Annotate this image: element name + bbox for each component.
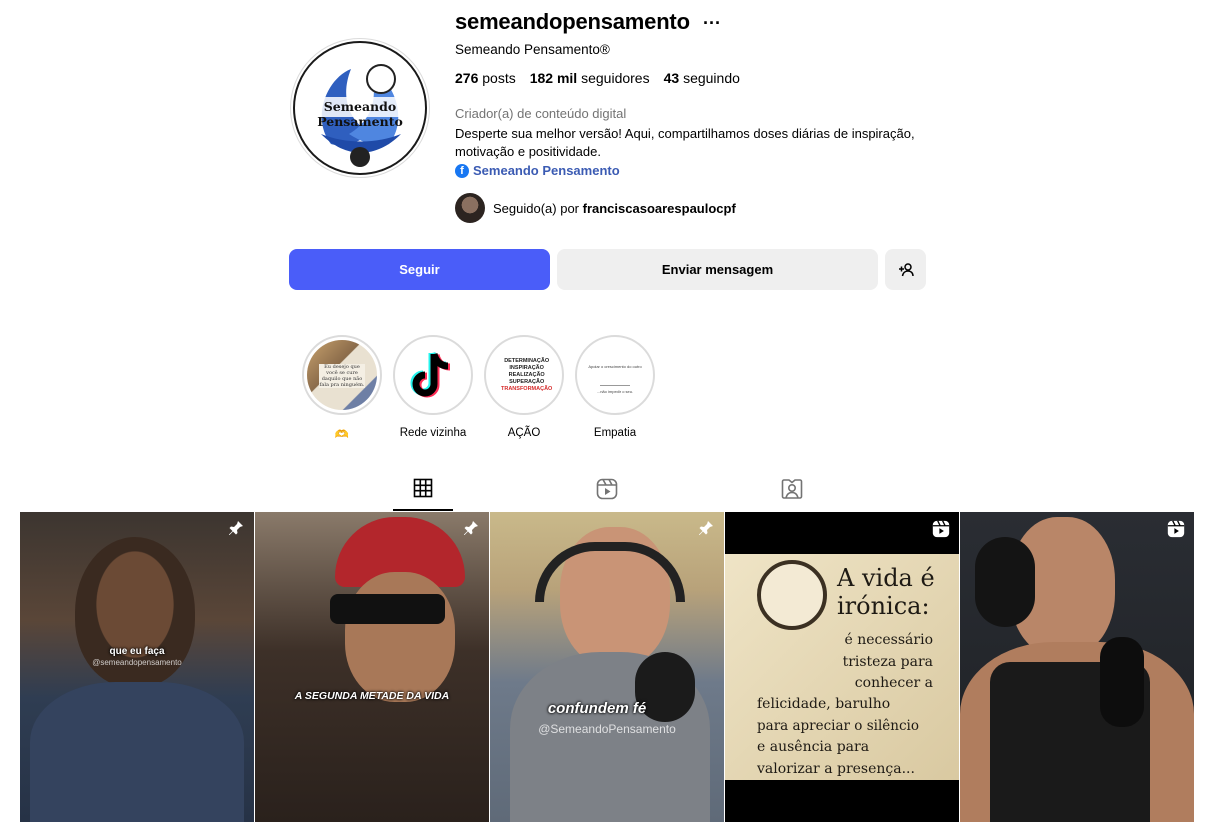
highlight-label: AÇÃO [507,427,541,439]
more-options-icon[interactable]: ··· [703,13,721,34]
facebook-icon: f [455,163,469,178]
facebook-link[interactable]: f Semeando Pensamento [455,163,620,178]
quote-line: tristeza para [842,653,933,670]
reels-icon [1167,520,1185,538]
highlight-cover: DETERMINAÇÃO INSPIRAÇÃO REALIZAÇÃO SUPER… [489,340,559,410]
bio-line-1: Desperte sua melhor versão! Aqui, compar… [455,126,915,141]
posts-label: posts [482,70,516,86]
post-quote-lower: felicidade, barulho para apreciar o silê… [757,694,919,780]
posts-count: 276 [455,70,479,86]
active-tab-indicator [393,509,453,511]
following-label: seguindo [683,70,740,86]
followed-by[interactable]: Seguido(a) por franciscasoarespaulocpf [455,193,736,223]
cover-word: TRANSFORMAÇÃO [501,386,553,392]
tab-posts[interactable] [393,478,453,502]
post-thumbnail[interactable]: A SEGUNDA METADE DA VIDA [255,512,489,822]
reels-icon [596,478,618,500]
post-image [535,542,685,602]
tab-reels[interactable] [577,478,637,502]
highlight-item[interactable]: Eu desejo que você se cure daquilo que n… [302,335,382,441]
cover-word: SUPERAÇÃO [509,379,545,385]
suggest-users-button[interactable] [885,249,926,290]
post-image [975,537,1035,627]
highlight-label: Rede vizinha [399,427,467,439]
highlight-ring [393,335,473,415]
followed-by-user: franciscasoarespaulocpf [582,200,736,216]
followers-stat[interactable]: 182 mil seguidores [530,70,650,86]
reels-icon [932,520,950,538]
highlight-item[interactable]: Rede vizinha [393,335,473,439]
highlight-cover: Apoiar o crescimento do outro ...não imp… [580,340,650,410]
post-thumbnail[interactable]: confundem fé @SemeandoPensamento [490,512,724,822]
followed-by-prefix: Seguido(a) por [493,200,579,216]
following-stat[interactable]: 43 seguindo [664,70,740,86]
facebook-link-label: Semeando Pensamento [473,163,620,178]
post-image [30,682,244,822]
post-title-line: A vida é [837,564,935,592]
post-caption: confundem fé [547,700,647,717]
post-image [330,594,445,624]
profile-avatar[interactable]: Semeando Pensamento [290,38,430,178]
post-watermark: @SemeandoPensamento [538,722,676,736]
highlight-ring: Apoiar o crescimento do outro ...não imp… [575,335,655,415]
highlight-ring: DETERMINAÇÃO INSPIRAÇÃO REALIZAÇÃO SUPER… [484,335,564,415]
quote-line: e ausência para [757,739,870,755]
avatar-logo-text: Semeando Pensamento [317,99,403,129]
quote-line: para apreciar o silêncio [757,717,919,734]
highlight-cover: Eu desejo que você se cure daquilo que n… [307,340,377,410]
pin-icon [699,521,713,535]
highlight-cover-words: DETERMINAÇÃO INSPIRAÇÃO REALIZAÇÃO SUPER… [501,358,552,393]
bio-line-2: motivação e positividade. [455,144,601,159]
highlight-item[interactable]: Apoiar o crescimento do outro ...não imp… [575,335,655,439]
highlight-cover-text: Eu desejo que você se cure daquilo que n… [319,364,365,388]
pin-icon [229,521,243,535]
highlight-label: 🫶 [334,429,350,441]
highlight-ring: Eu desejo que você se cure daquilo que n… [302,335,382,415]
post-thumbnail[interactable]: A vida é irónica: é necessário tristeza … [725,512,959,822]
pin-icon [464,521,478,535]
post-caption: que eu faça [109,646,165,657]
cover-word: REALIZAÇÃO [508,372,545,378]
post-thumbnail[interactable] [960,512,1194,822]
profile-bio: Desperte sua melhor versão! Aqui, compar… [455,125,925,161]
add-person-icon [898,262,914,276]
cover-word: INSPIRAÇÃO [509,365,544,371]
highlight-label: Empatia [593,427,637,439]
post-image [345,572,455,702]
follow-button[interactable]: Seguir [289,249,550,290]
username: semeandopensamento [455,9,690,34]
post-thumbnail[interactable]: que eu faça @semeandopensamento [20,512,254,822]
send-message-button[interactable]: Enviar mensagem [557,249,878,290]
profile-category: Criador(a) de conteúdo digital [455,106,627,121]
tiktok-icon [410,351,451,398]
post-title: A vida é irónica: [837,564,935,620]
cover-word: DETERMINAÇÃO [504,358,550,364]
highlight-cover-text: Apoiar o crescimento do outro [588,364,642,369]
quote-line: valorizar a presença... [757,760,915,777]
post-image [1100,637,1144,727]
post-quote: é necessário tristeza para conhecer a [843,630,933,695]
tagged-icon [781,479,803,499]
post-title-line: irónica: [837,592,930,620]
following-count: 43 [663,70,680,86]
post-watermark: @semeandopensamento [92,658,182,667]
highlight-item[interactable]: DETERMINAÇÃO INSPIRAÇÃO REALIZAÇÃO SUPER… [484,335,564,439]
grid-icon [413,478,433,498]
tab-tagged[interactable] [762,478,822,502]
quote-line: conhecer a [854,675,933,691]
profile-stats: 276 posts 182 mil seguidores 43 seguindo [455,70,740,86]
followers-label: seguidores [581,70,650,86]
quote-line: é necessário [844,632,933,648]
clock-image [757,560,827,630]
posts-stat: 276 posts [455,70,516,86]
cover-figures [600,373,630,386]
post-caption: A SEGUNDA METADE DA VIDA [294,690,450,702]
highlight-cover [398,340,468,410]
full-name: Semeando Pensamento® [455,42,610,57]
quote-line: felicidade, barulho [757,696,891,712]
highlight-cover-text: ...não impedir o seu. [596,389,634,394]
follower-avatar [455,193,485,223]
followers-count: 182 mil [529,70,578,86]
followed-by-text: Seguido(a) por franciscasoarespaulocpf [493,201,736,216]
